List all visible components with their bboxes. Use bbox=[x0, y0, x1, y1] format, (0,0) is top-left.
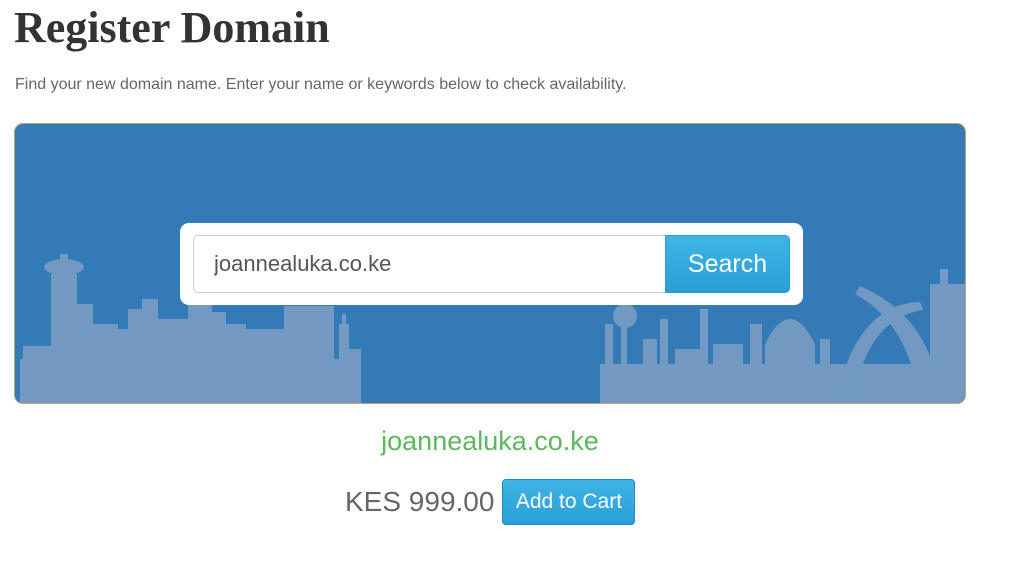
domain-search-banner: Search bbox=[14, 123, 966, 404]
domain-result-row: KES 999.00 Add to Cart bbox=[345, 479, 636, 525]
add-to-cart-button[interactable]: Add to Cart bbox=[502, 479, 636, 525]
domain-search-input[interactable] bbox=[193, 235, 666, 293]
domain-price: KES 999.00 bbox=[345, 486, 495, 517]
available-domain-name: joannealuka.co.ke bbox=[381, 426, 599, 456]
page-title: Register Domain bbox=[14, 3, 330, 52]
page-subtitle: Find your new domain name. Enter your na… bbox=[15, 76, 627, 93]
search-button[interactable]: Search bbox=[665, 235, 790, 293]
search-box: Search bbox=[180, 223, 803, 305]
register-domain-page: Register Domain Find your new domain nam… bbox=[0, 0, 1012, 565]
